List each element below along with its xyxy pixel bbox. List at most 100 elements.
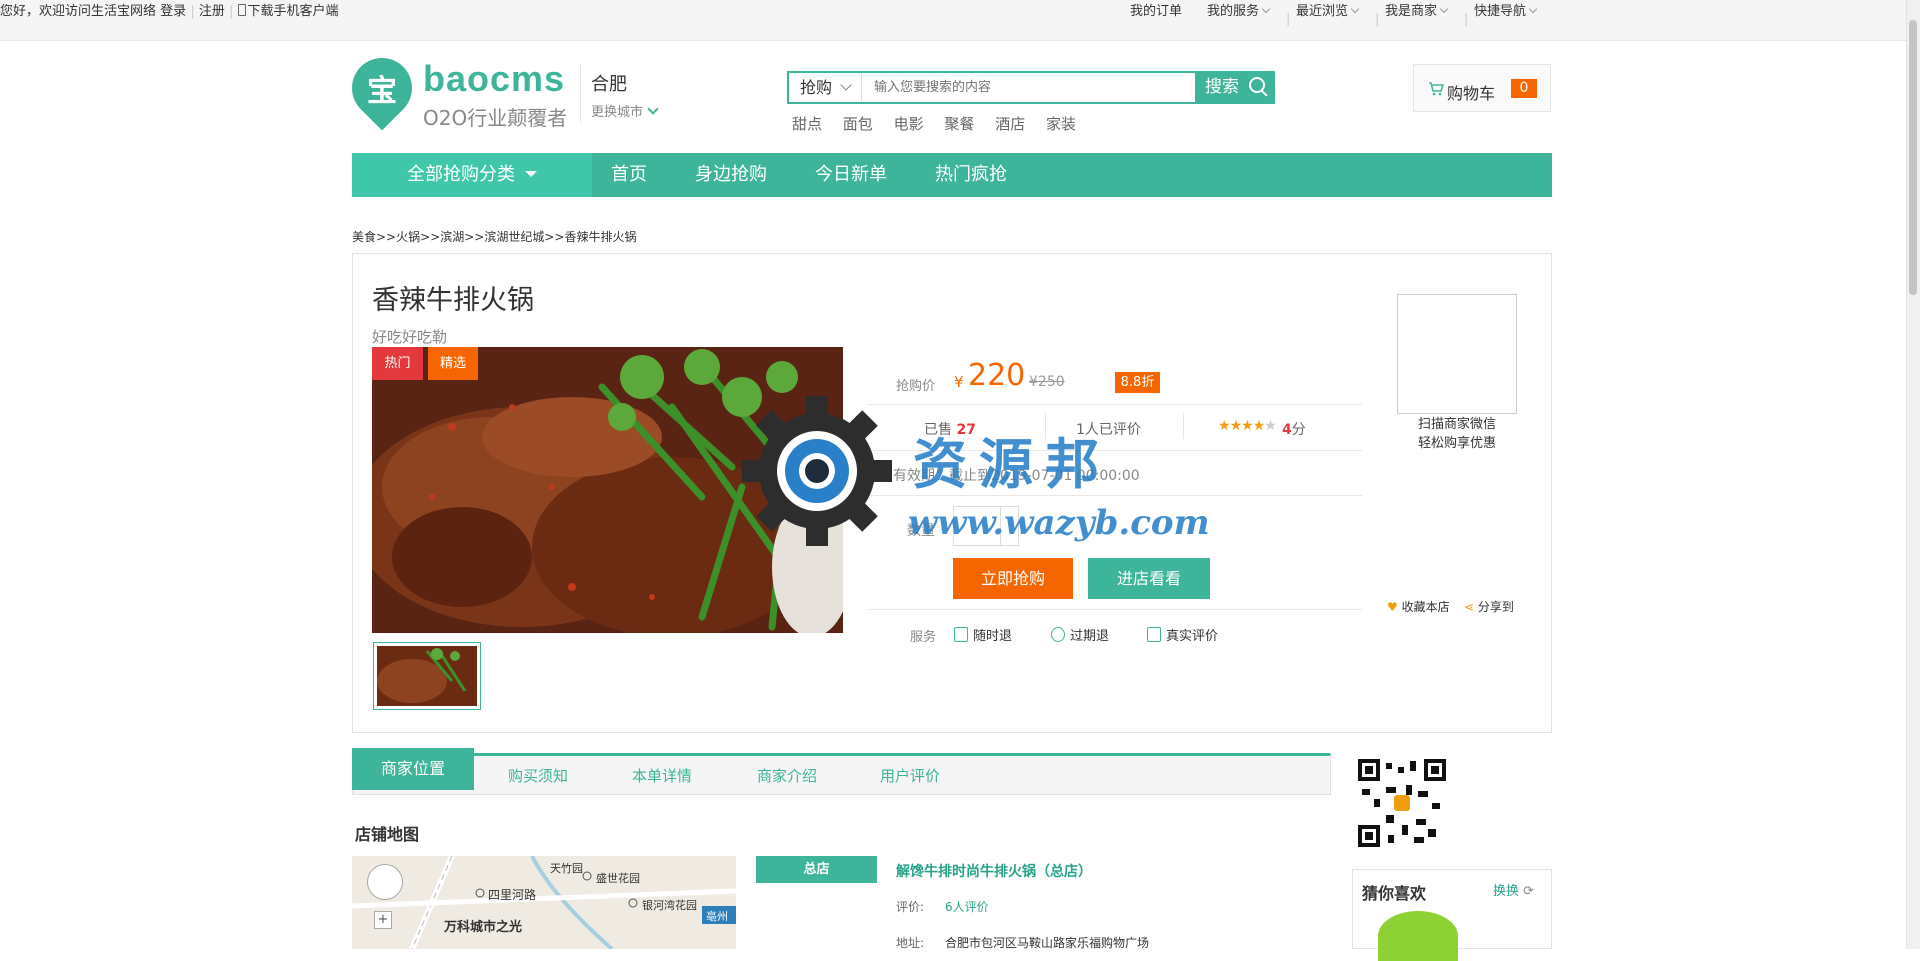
buy-now-button[interactable]: 立即抢购 [953,558,1073,599]
nav-today-new[interactable]: 今日新单 [815,153,887,197]
tab-merchant-intro[interactable]: 商家介绍 [757,765,817,786]
all-categories-label: 全部抢购分类 [407,164,515,185]
refund-icon [954,627,968,642]
deal-price: 220 [968,358,1026,393]
qr-tip-line: 轻松购享优惠 [1417,436,1496,451]
download-app-link[interactable]: 下载手机客户端 [248,4,339,19]
scrollbar-thumb[interactable] [1909,20,1917,295]
map-pan-control[interactable] [367,864,403,900]
favorite-store-button[interactable]: ♥ 收藏本店 [1387,598,1450,615]
cart-label: 购物车 [1447,84,1496,103]
recent-views-menu[interactable]: 最近浏览 [1296,0,1360,19]
quick-nav-label: 快捷导航 [1474,4,1527,19]
branch-name-link[interactable]: 解馋牛排时尚牛排火锅（总店） [896,861,1092,881]
search-icon [1249,77,1265,93]
map-label: 盛世花园 [596,872,640,885]
store-map[interactable]: + 天竹园 盛世花园 四里河路 银河湾花园 万科城市之光 亳州 [352,856,736,949]
search-type-value: 抢购 [800,78,833,97]
welcome-text: 您好，欢迎访问生活宝网络 [0,4,157,19]
logo-char: 宝 [367,74,397,109]
product-subtitle: 好吃好吃勒 [372,328,448,346]
nav-hot-deals[interactable]: 热门疯抢 [935,153,1007,197]
discount-badge: 8.8折 [1115,372,1160,393]
clock-icon [1051,627,1065,642]
detail-tabs [352,753,1331,795]
map-zoom-in-button[interactable]: + [374,911,392,929]
nav-home[interactable]: 首页 [611,153,647,197]
chevron-down-icon [647,103,659,115]
my-services-menu[interactable]: 我的服务 [1207,0,1271,19]
search-button-label: 搜索 [1205,77,1239,97]
favorite-label: 收藏本店 [1401,600,1450,614]
merchant-menu[interactable]: 我是商家 [1385,0,1449,19]
heart-icon: ♥ [1387,600,1398,614]
service-refund-expired: 过期退 [1051,625,1109,644]
chevron-down-icon [1439,4,1449,14]
logo-slogan: O2O行业颠覆者 [423,106,568,130]
refresh-label: 换换 [1493,884,1520,899]
register-link[interactable]: 注册 [199,4,225,19]
quick-nav-menu[interactable]: 快捷导航 [1474,0,1538,19]
qr-tip-line: 扫描商家微信 [1417,417,1496,432]
visit-shop-button[interactable]: 进店看看 [1088,558,1210,599]
rating-unit: 分 [1291,422,1306,438]
cart-icon [1428,81,1445,100]
tab-merchant-location[interactable]: 商家位置 [352,748,474,790]
hot-badge: 热门 [372,347,423,380]
tab-deal-details[interactable]: 本单详情 [632,765,692,786]
branch-address-label: 地址: [896,936,925,950]
branch-rating-link[interactable]: 6人评价 [945,898,989,915]
merchant-wechat-qr-image [1397,294,1517,414]
hotword-link[interactable]: 聚餐 [944,115,974,133]
chevron-down-icon [840,79,852,91]
all-categories-menu[interactable]: 全部抢购分类 [352,153,592,197]
refresh-icon: ⟳ [1523,884,1535,899]
tab-user-reviews[interactable]: 用户评价 [880,765,940,786]
change-city-link[interactable]: 更换城市 [591,101,659,120]
map-label: 亳州 [706,910,728,923]
tab-purchase-notes[interactable]: 购买须知 [508,765,568,786]
hotword-link[interactable]: 甜点 [792,115,822,133]
breadcrumb[interactable]: 美食>>火锅>>滨湖>>滨湖世纪城>>香辣牛排火锅 [352,228,636,245]
chevron-down-icon [1528,4,1538,14]
rating-score: 4分 [1282,419,1306,439]
map-label: 万科城市之光 [444,920,523,935]
divider: | [229,4,234,19]
hotword-link[interactable]: 家装 [1046,115,1076,133]
welcome-area: 您好，欢迎访问生活宝网络 登录 | 注册 | 下载手机客户端 [0,0,339,19]
caret-down-icon [525,171,537,177]
search-type-select[interactable]: 抢购 [790,74,862,101]
nav-nearby[interactable]: 身边抢购 [695,153,767,197]
current-city: 合肥 [591,74,627,95]
logo-name[interactable]: baocms [423,58,565,100]
rating-stars: ★★★★★ [1218,418,1277,434]
star-empty-icon: ★ [1264,418,1277,434]
divider [1183,413,1184,439]
my-orders-link[interactable]: 我的订单 [1130,0,1182,19]
hotword-link[interactable]: 酒店 [995,115,1025,133]
merchant-label: 我是商家 [1385,4,1438,19]
search-button[interactable]: 搜索 [1195,71,1275,104]
original-price: ¥250 [1029,374,1065,390]
star-icon: ★ [1218,418,1231,434]
branch-address: 合肥市包河区马鞍山路家乐福购物广场 [945,936,1150,950]
share-button[interactable]: ⋖ 分享到 [1464,598,1514,615]
recommendation-image[interactable] [1378,911,1458,961]
map-label: 四里河路 [488,888,537,902]
product-title: 香辣牛排火锅 [372,285,534,316]
map-label: 天竹园 [550,862,583,875]
refresh-recommendations-button[interactable]: 换换 ⟳ [1493,880,1534,899]
divider: | [1375,12,1380,27]
service-real-review: 真实评价 [1147,625,1218,644]
qr-tip: 扫描商家微信 轻松购享优惠 [1397,415,1517,453]
divider [868,609,1362,610]
product-thumbnail[interactable] [373,642,481,710]
chevron-down-icon [1261,4,1271,14]
store-map-title: 店铺地图 [355,825,420,844]
hotword-link[interactable]: 电影 [894,115,924,133]
hotword-link[interactable]: 面包 [843,115,873,133]
recent-views-label: 最近浏览 [1296,4,1349,19]
search-input[interactable] [866,74,1196,101]
watermark-gear-icon [742,396,892,546]
login-link[interactable]: 登录 [160,4,186,19]
